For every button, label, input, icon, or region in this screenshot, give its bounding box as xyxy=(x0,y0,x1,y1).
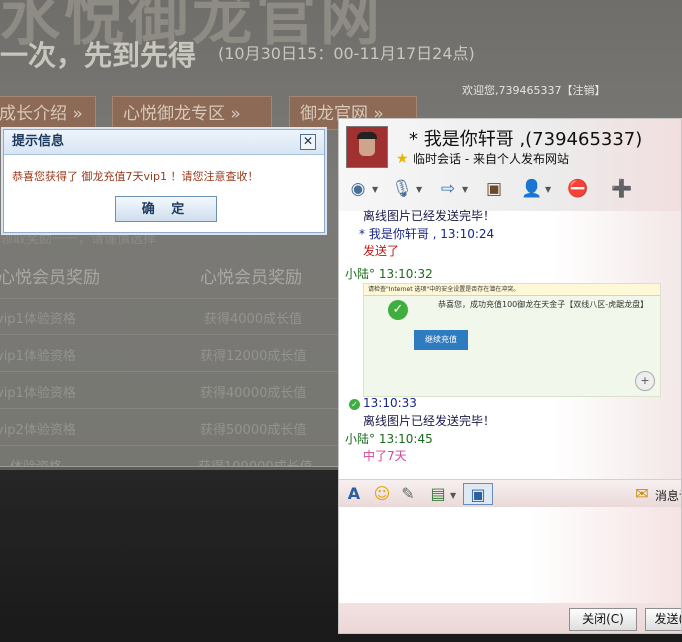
check-icon: ✓ xyxy=(388,300,408,320)
message-input[interactable] xyxy=(339,507,681,603)
edit-icon[interactable]: ✎ xyxy=(397,483,419,505)
emoji-icon[interactable]: ☺ xyxy=(371,483,393,505)
chat-footer: 关闭(C) 发送(S) xyxy=(339,603,681,633)
chat-message: 离线图片已经发送完毕！ xyxy=(363,414,496,428)
chat-message: * 我是你轩哥 , 13:10:24 xyxy=(359,227,495,241)
prompt-dialog: 提示信息 ✕ 恭喜您获得了 御龙充值7天vip1 ！请您注意查收！ 确 定 xyxy=(3,129,325,233)
chat-message: 小陆° 13:10:32 xyxy=(345,267,433,281)
recharge-again-button: 继续充值 xyxy=(414,330,468,350)
chat-window: * 我是你轩哥 ,(739465337) ★ 临时会话 - 来自个人发布网站 ◉… xyxy=(338,118,682,634)
column-header-left: 心悦会员奖励 xyxy=(0,268,100,288)
reward-right: 获得12000成长值 xyxy=(200,349,307,364)
chat-message: 小陆° 13:10:45 xyxy=(345,432,433,446)
avatar[interactable] xyxy=(346,126,388,168)
send-button[interactable]: 发送(S) xyxy=(645,608,681,631)
reward-left: vip1体验资格 xyxy=(0,386,76,401)
chat-header: * 我是你轩哥 ,(739465337) ★ 临时会话 - 来自个人发布网站 ◉… xyxy=(339,119,681,211)
block-user-icon[interactable]: ⛔ xyxy=(567,177,589,201)
divider xyxy=(0,371,340,372)
close-button[interactable]: 关闭(C) xyxy=(569,608,637,631)
screenshot-icon[interactable]: ▣ xyxy=(463,483,493,505)
chat-message: 13:10:33 xyxy=(363,396,417,410)
reward-left: vip1体验资格 xyxy=(0,312,76,327)
message-history-label[interactable]: 消息记 xyxy=(655,487,681,504)
confirm-button[interactable]: 确 定 xyxy=(115,196,217,222)
session-status: 临时会话 - 来自个人发布网站 xyxy=(413,152,569,166)
dialog-message: 恭喜您获得了 御龙充值7天vip1 ！请您注意查收！ xyxy=(12,170,259,183)
chat-message: 离线图片已经发送完毕！ xyxy=(363,209,496,223)
image-success-text: 恭喜您，成功充值100御龙在天金子【双线八区-虎踞龙盘】 xyxy=(438,300,649,309)
font-icon[interactable]: A xyxy=(343,483,365,505)
zoom-in-icon[interactable]: + xyxy=(635,371,655,391)
headline: 一次，先到先得 xyxy=(0,39,197,72)
contact-name: * 我是你轩哥 ,(739465337) xyxy=(409,129,643,150)
reward-left: vip1体验资格 xyxy=(0,349,76,364)
avatar-hair xyxy=(357,132,377,139)
reward-right: 获得4000成长值 xyxy=(204,312,303,327)
divider xyxy=(0,298,340,299)
dialog-title: 提示信息 xyxy=(4,130,324,155)
image-warning-bar: 请检查"Internet 选项"中的安全设置是否存在潜在冲突。 xyxy=(364,284,660,296)
welcome-text[interactable]: 欢迎您,739465337【注销】 xyxy=(462,82,605,98)
message-history-icon[interactable]: ✉ xyxy=(631,483,653,505)
divider xyxy=(0,445,340,446)
chevron-down-icon[interactable]: ▼ xyxy=(462,185,468,194)
contact-icon[interactable]: 👤 xyxy=(521,177,543,201)
divider xyxy=(0,408,340,409)
nav-growth-intro[interactable]: 成长介绍 » xyxy=(0,96,96,130)
image-icon[interactable]: ▤ xyxy=(427,483,449,505)
headline-dates: (10月30日15：00-11月17日24点) xyxy=(218,44,475,63)
nav-vip-zone[interactable]: 心悦御龙专区 » xyxy=(112,96,272,130)
chevron-down-icon[interactable]: ▼ xyxy=(372,185,378,194)
chevron-down-icon[interactable]: ▼ xyxy=(416,185,422,194)
chat-toolbar: ◉ ▼ 🎙 ▼ ⇨ ▼ ▣ 👤 ▼ ⛔ ➕ xyxy=(345,177,681,205)
close-icon[interactable]: ✕ xyxy=(300,134,316,150)
star-icon: ★ xyxy=(396,151,409,167)
chevron-down-icon[interactable]: ▼ xyxy=(450,491,456,500)
screen-icon[interactable]: ▣ xyxy=(483,177,505,201)
reward-right: 获得50000成长值 xyxy=(200,423,307,438)
chat-message: 发送了 xyxy=(363,244,400,258)
add-friend-icon[interactable]: ➕ xyxy=(611,177,633,201)
image-attachment[interactable]: 请检查"Internet 选项"中的安全设置是否存在潜在冲突。 ✓ 恭喜您，成功… xyxy=(363,283,661,397)
reward-right: 获得40000成长值 xyxy=(200,386,307,401)
file-transfer-icon[interactable]: ⇨ xyxy=(437,177,459,201)
divider xyxy=(0,334,340,335)
message-area[interactable]: 离线图片已经发送完毕！ * 我是你轩哥 , 13:10:24 发送了 小陆° 1… xyxy=(339,209,681,481)
chat-message: 中了7天 xyxy=(363,449,407,463)
column-header-right: 心悦会员奖励 xyxy=(200,268,302,288)
reward-left: vip2体验资格 xyxy=(0,423,76,438)
input-toolbar: A ☺ ✎ ▤ ▼ ▣ ✉ 消息记 xyxy=(339,479,681,508)
chevron-down-icon[interactable]: ▼ xyxy=(545,185,551,194)
camera-icon[interactable]: ◉ xyxy=(347,177,369,201)
microphone-icon[interactable]: 🎙 xyxy=(391,177,413,201)
check-icon: ✓ xyxy=(349,396,360,410)
